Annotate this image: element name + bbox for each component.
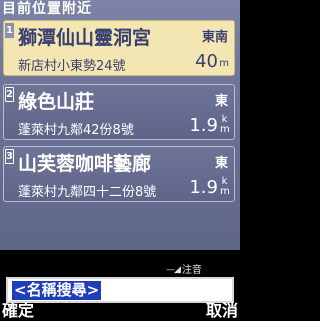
poi-direction: 東 [214,156,228,171]
distance-unit: km [220,176,230,197]
list-item[interactable]: 3 山芙蓉咖啡藝廊 東 蓬萊村九鄰四十二份8號 1.9 km [3,146,235,202]
poi-address: 蓬萊村九鄰42份8號 [18,123,134,138]
search-input[interactable]: <名稱搜尋> [6,277,234,303]
confirm-softkey[interactable]: 確定 [2,297,34,321]
distance-unit: m [219,58,229,69]
list-item[interactable]: 2 綠色山莊 東 蓬萊村九鄰42份8號 1.9 km [3,84,235,140]
poi-name: 山芙蓉咖啡藝廊 [18,153,152,175]
input-mode-indicator[interactable]: —◢ 注音 [166,261,202,276]
poi-distance: 40 [195,51,218,72]
poi-name: 獅潭仙山靈洞宮 [18,27,152,49]
page-title: 目前位置附近 [2,1,92,17]
poi-name: 綠色山莊 [18,91,95,113]
input-mode-label: 注音 [181,265,202,276]
poi-address: 新店村小東勢24號 [18,59,126,74]
item-index: 1 [5,23,14,38]
distance-unit: km [220,114,230,135]
item-index: 3 [5,149,14,164]
poi-distance: 1.9 [189,115,218,136]
poi-address: 蓬萊村九鄰四十二份8號 [18,185,157,200]
poi-direction: 東 [214,94,228,109]
list-item[interactable]: 1 獅潭仙山靈洞宮 東南 新店村小東勢24號 40 m [3,20,235,76]
poi-direction: 東南 [201,30,228,45]
poi-distance: 1.9 [189,177,218,198]
keyboard-input-icon: —◢ [166,265,181,275]
cancel-softkey[interactable]: 取消 [206,297,238,321]
item-index: 2 [5,87,14,102]
